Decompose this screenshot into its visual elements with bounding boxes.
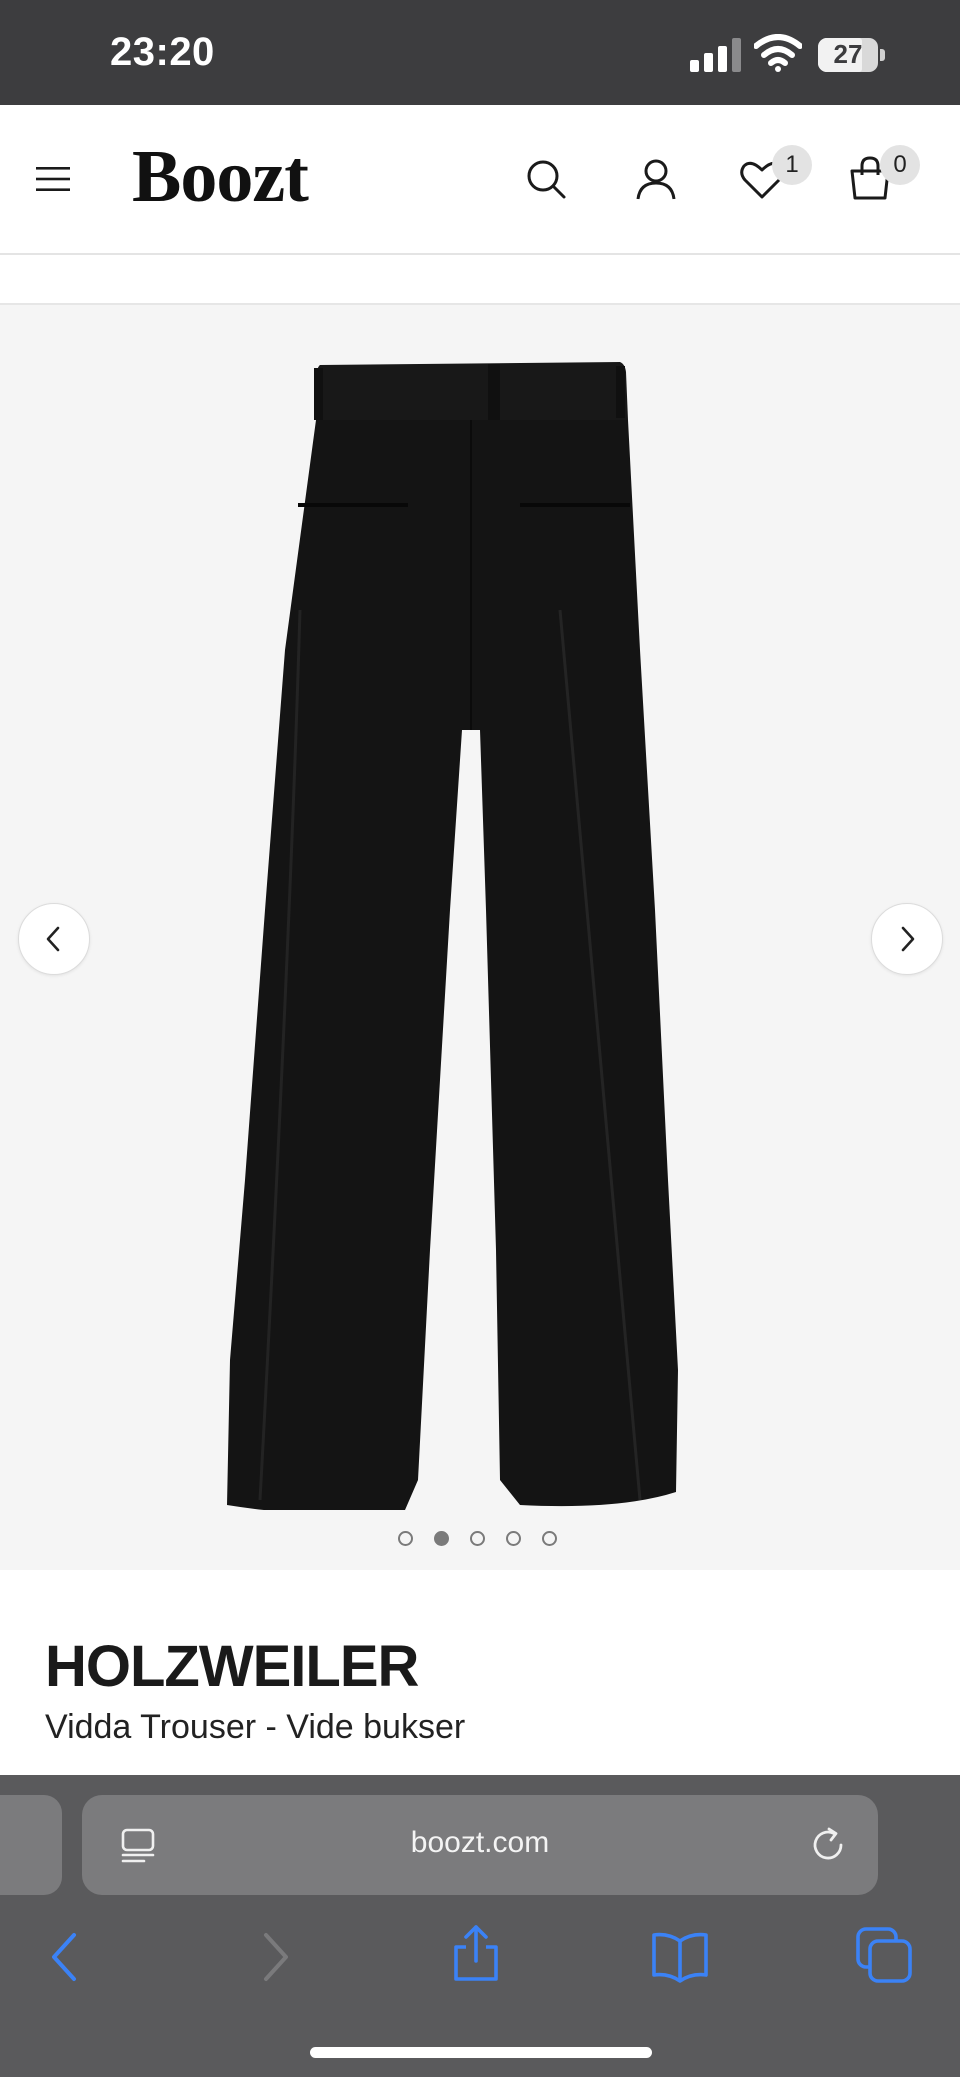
sub-header-strip xyxy=(0,255,960,305)
gallery-dot[interactable] xyxy=(542,1531,557,1546)
user-icon[interactable] xyxy=(630,153,682,205)
reload-icon[interactable] xyxy=(808,1825,848,1865)
battery-icon: 27 xyxy=(818,38,886,72)
gallery-prev-button[interactable] xyxy=(18,903,90,975)
logo[interactable]: Boozt xyxy=(132,135,309,220)
browser-toolbar: boozt.com xyxy=(0,1775,960,2077)
product-name: Vidda Trouser - Vide bukser xyxy=(45,1708,466,1746)
url-text[interactable]: boozt.com xyxy=(82,1826,878,1860)
chevron-right-icon xyxy=(901,926,915,952)
status-time: 23:20 xyxy=(110,30,215,74)
gallery-next-button[interactable] xyxy=(871,903,943,975)
gallery-dot[interactable] xyxy=(398,1531,413,1546)
product-gallery[interactable] xyxy=(0,305,960,1570)
menu-icon[interactable] xyxy=(34,163,74,195)
forward-icon[interactable] xyxy=(244,1927,304,1987)
battery-level: 27 xyxy=(833,39,863,69)
wifi-icon xyxy=(754,34,802,72)
status-bar: 23:20 27 xyxy=(0,0,960,105)
product-image[interactable] xyxy=(200,350,760,1510)
search-icon[interactable] xyxy=(520,153,572,205)
cart-count-badge: 0 xyxy=(880,145,920,185)
tabs-icon[interactable] xyxy=(854,1925,914,1985)
gallery-dot[interactable] xyxy=(470,1531,485,1546)
share-icon[interactable] xyxy=(446,1923,506,1983)
book-icon[interactable] xyxy=(650,1927,710,1987)
address-bar[interactable]: boozt.com xyxy=(82,1795,878,1895)
gallery-dot-active[interactable] xyxy=(434,1531,449,1546)
product-brand[interactable]: HOLZWEILER xyxy=(45,1633,419,1700)
back-icon[interactable] xyxy=(36,1927,96,1987)
site-header: Boozt 1 0 xyxy=(0,105,960,255)
gallery-dot[interactable] xyxy=(506,1531,521,1546)
product-info: HOLZWEILER Vidda Trouser - Vide bukser xyxy=(0,1570,960,1775)
home-indicator[interactable] xyxy=(310,2047,652,2058)
chevron-left-icon xyxy=(46,926,60,952)
previous-tab-preview[interactable] xyxy=(0,1795,62,1895)
gallery-dots xyxy=(398,1531,563,1551)
wishlist-count-badge: 1 xyxy=(772,145,812,185)
signal-icon xyxy=(690,38,741,72)
